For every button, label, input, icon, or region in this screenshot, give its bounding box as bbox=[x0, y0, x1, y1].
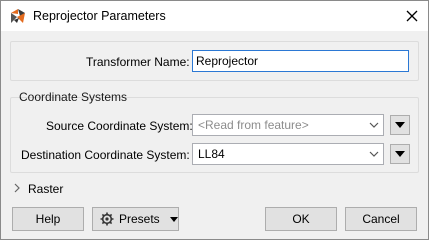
coordinate-systems-heading: Coordinate Systems bbox=[19, 90, 128, 104]
chevron-right-icon bbox=[14, 183, 20, 193]
raster-label: Raster bbox=[28, 182, 64, 196]
close-icon bbox=[406, 10, 418, 22]
triangle-down-icon bbox=[395, 122, 405, 128]
cancel-button-label: Cancel bbox=[362, 212, 400, 226]
dialog-window: Reprojector Parameters Transformer Name:… bbox=[0, 0, 429, 240]
presets-button-label: Presets bbox=[119, 212, 160, 226]
transformer-name-label: Transformer Name: bbox=[86, 55, 190, 69]
destination-cs-value: LL84 bbox=[198, 147, 225, 161]
chevron-down-icon bbox=[369, 151, 379, 157]
gear-icon bbox=[100, 212, 114, 226]
title-bar: Reprojector Parameters bbox=[1, 1, 428, 31]
triangle-down-icon bbox=[169, 216, 178, 222]
transformer-name-input[interactable]: Reprojector bbox=[192, 50, 409, 72]
transformer-name-value: Reprojector bbox=[196, 54, 259, 68]
source-cs-label: Source Coordinate System: bbox=[46, 119, 193, 133]
window-title: Reprojector Parameters bbox=[33, 9, 166, 23]
close-button[interactable] bbox=[396, 1, 428, 31]
help-button-label: Help bbox=[35, 212, 61, 226]
destination-cs-menu-button[interactable] bbox=[390, 144, 410, 164]
ok-button[interactable]: OK bbox=[265, 207, 337, 231]
fme-app-icon bbox=[11, 9, 25, 23]
source-cs-combo[interactable]: <Read from feature> bbox=[192, 114, 384, 136]
help-button[interactable]: Help bbox=[12, 207, 84, 231]
chevron-down-icon bbox=[369, 122, 379, 128]
presets-button[interactable]: Presets bbox=[92, 207, 179, 231]
destination-cs-label: Destination Coordinate System: bbox=[21, 148, 190, 162]
cancel-button[interactable]: Cancel bbox=[345, 207, 417, 231]
source-cs-placeholder: <Read from feature> bbox=[198, 118, 309, 132]
triangle-down-icon bbox=[395, 151, 405, 157]
source-cs-menu-button[interactable] bbox=[390, 115, 410, 135]
ok-button-label: OK bbox=[292, 212, 310, 226]
raster-section-toggle[interactable]: Raster bbox=[11, 179, 131, 197]
destination-cs-combo[interactable]: LL84 bbox=[192, 143, 384, 165]
